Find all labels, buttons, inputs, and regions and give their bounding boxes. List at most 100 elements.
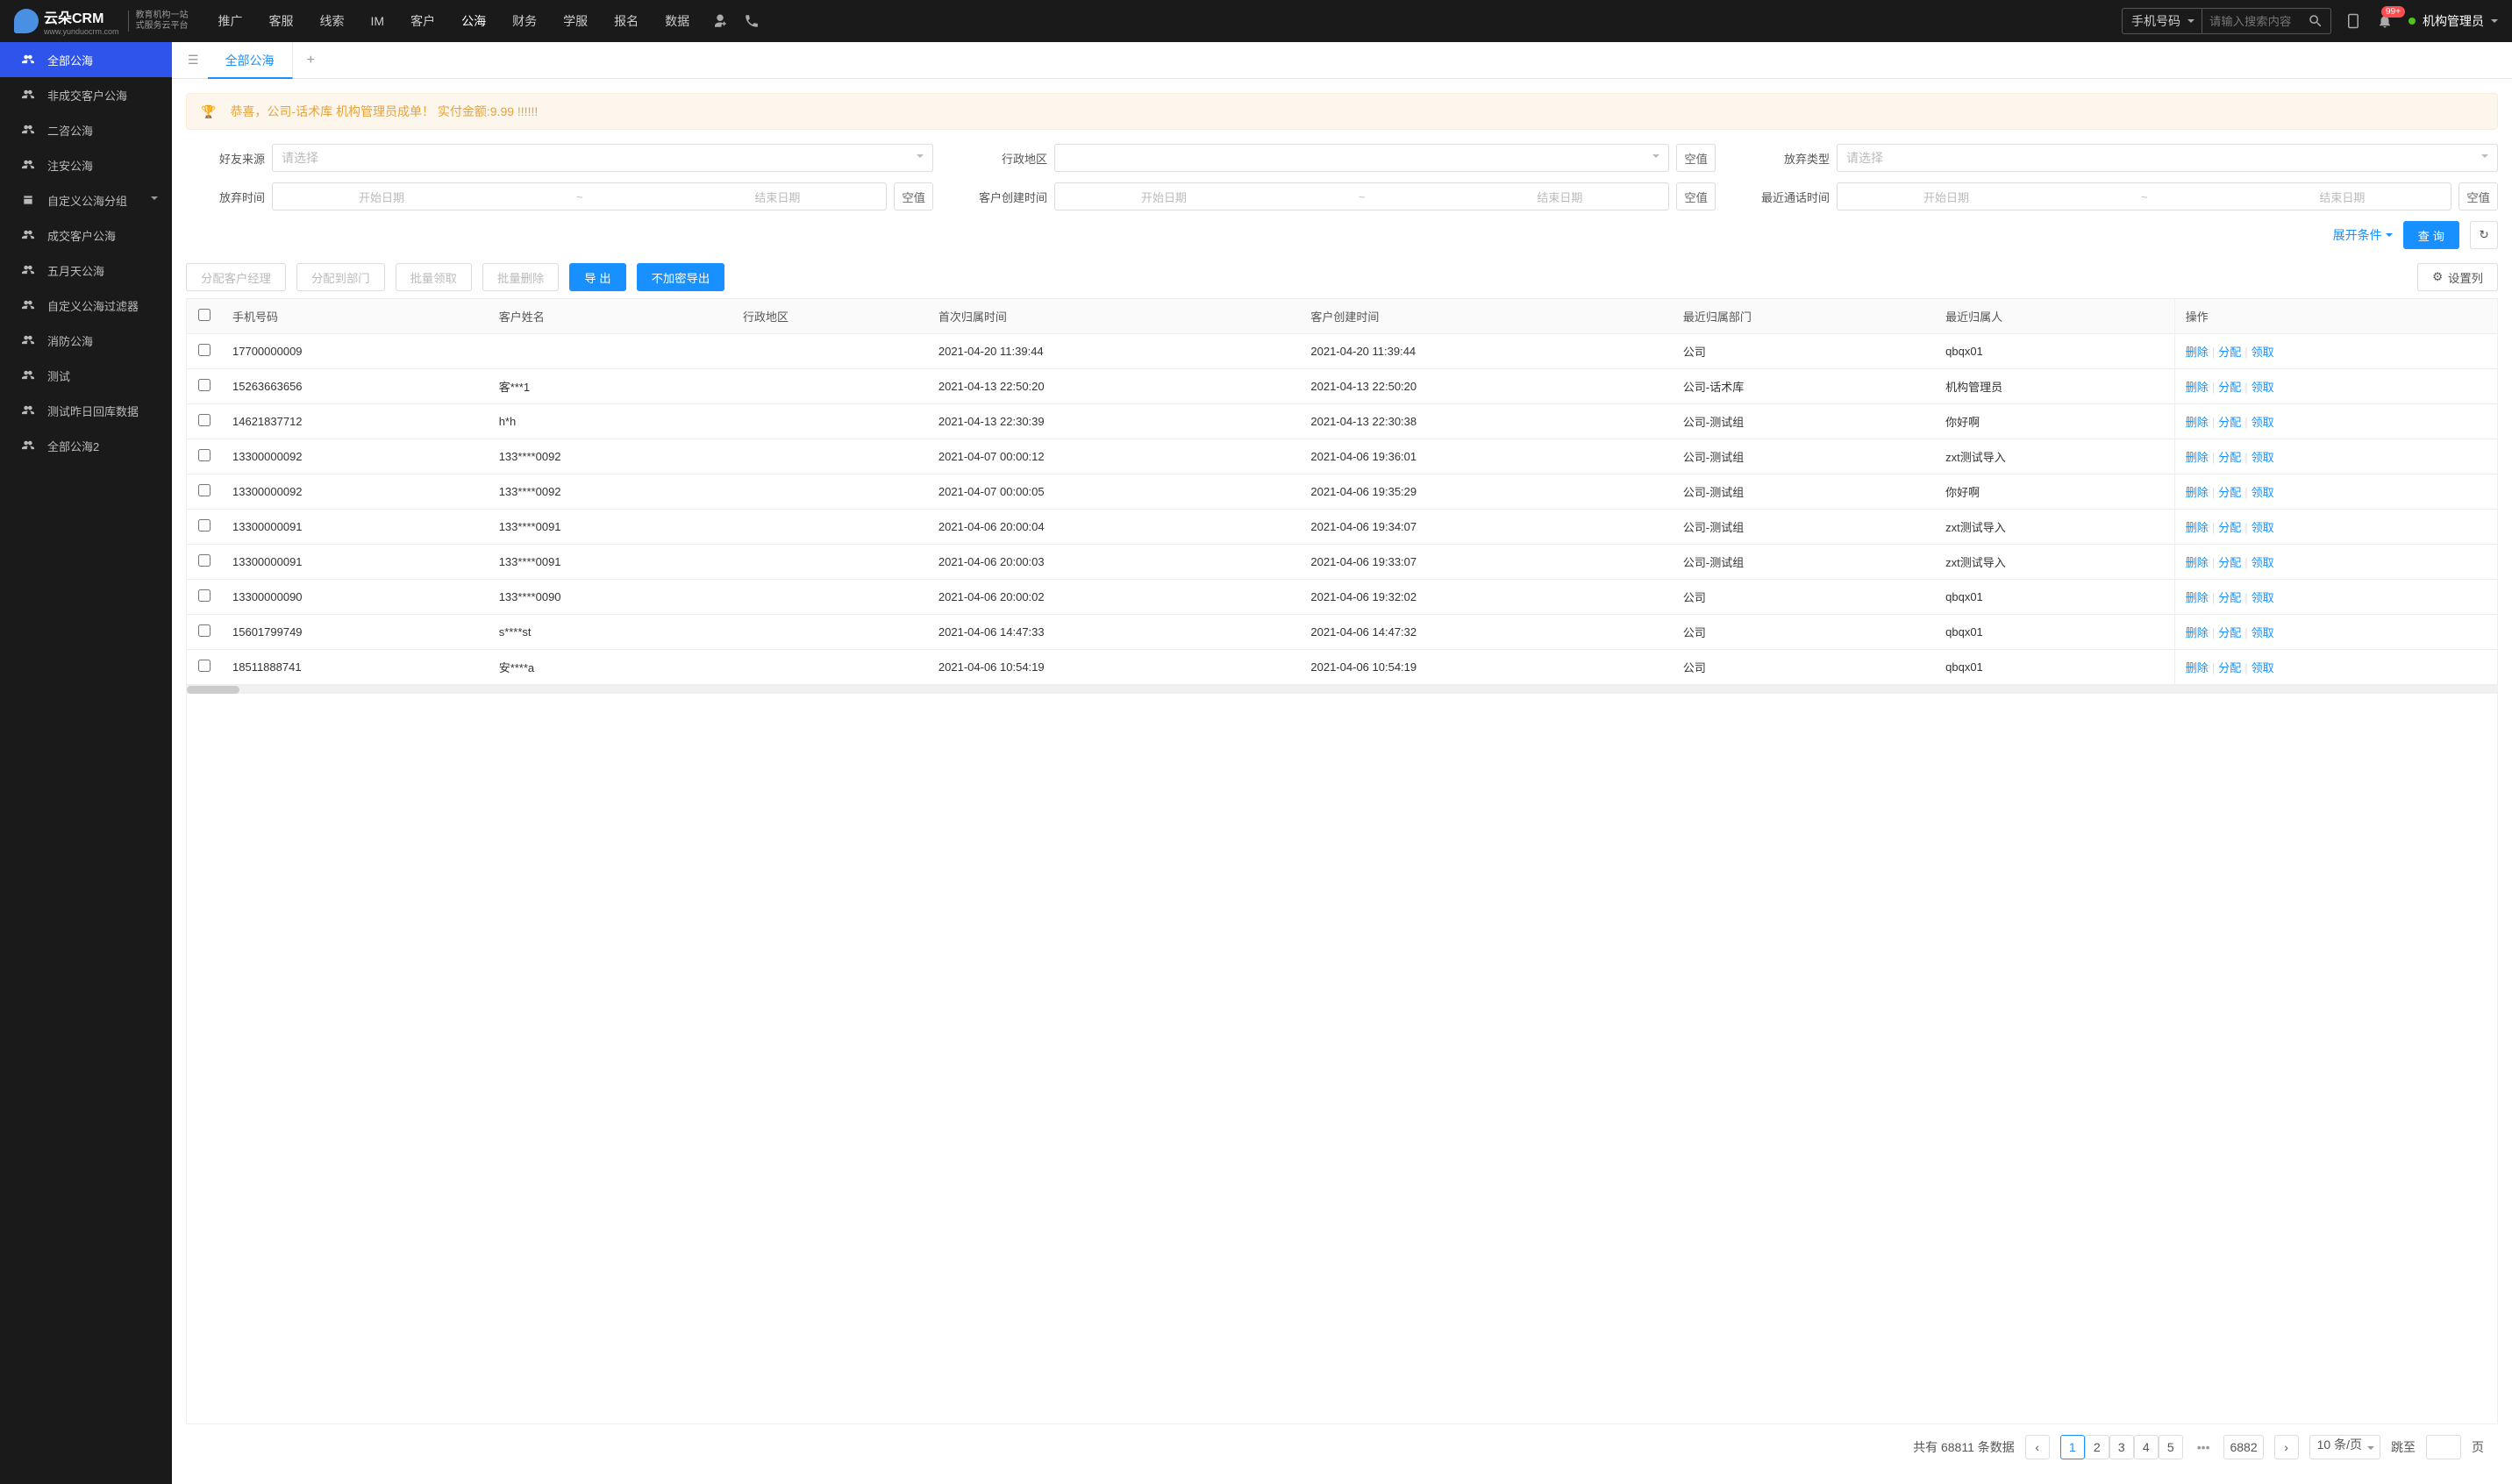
nav-item-0[interactable]: 推广 (206, 0, 255, 42)
sidebar-item-9[interactable]: 测试 (0, 358, 172, 393)
row-checkbox[interactable] (198, 344, 211, 356)
nav-item-5[interactable]: 公海 (449, 0, 498, 42)
page-number-button[interactable]: 5 (2159, 1435, 2183, 1459)
bulk-claim-button[interactable]: 批量领取 (396, 263, 472, 291)
row-claim-link[interactable]: 领取 (2252, 416, 2274, 429)
select-all-checkbox[interactable] (198, 309, 211, 321)
horizontal-scrollbar[interactable] (187, 685, 2497, 694)
row-delete-link[interactable]: 删除 (2186, 521, 2209, 534)
sidebar-item-7[interactable]: 自定义公海过滤器 (0, 288, 172, 323)
row-checkbox[interactable] (198, 414, 211, 426)
row-assign-link[interactable]: 分配 (2218, 486, 2241, 499)
sidebar-item-1[interactable]: 非成交客户公海 (0, 77, 172, 112)
row-delete-link[interactable]: 删除 (2186, 591, 2209, 604)
last-call-range[interactable]: 开始日期~结束日期 (1837, 182, 2451, 210)
row-delete-link[interactable]: 删除 (2186, 346, 2209, 359)
assign-manager-button[interactable]: 分配客户经理 (186, 263, 286, 291)
logo[interactable]: 云朵CRM www.yunduocrm.com 教育机构一站式服务云平台 (14, 6, 189, 36)
page-size-select[interactable]: 10 条/页 (2309, 1435, 2380, 1459)
add-user-icon[interactable] (712, 13, 728, 29)
row-assign-link[interactable]: 分配 (2218, 661, 2241, 674)
notifications-icon[interactable]: 99+ (2377, 13, 2393, 29)
row-checkbox[interactable] (198, 484, 211, 496)
row-assign-link[interactable]: 分配 (2218, 521, 2241, 534)
export-plain-button[interactable]: 不加密导出 (637, 263, 725, 291)
row-assign-link[interactable]: 分配 (2218, 451, 2241, 464)
row-checkbox[interactable] (198, 449, 211, 461)
last-page-button[interactable]: 6882 (2223, 1435, 2263, 1459)
row-claim-link[interactable]: 领取 (2252, 556, 2274, 569)
row-claim-link[interactable]: 领取 (2252, 381, 2274, 394)
row-checkbox[interactable] (198, 660, 211, 672)
nav-item-4[interactable]: 客户 (398, 0, 447, 42)
page-number-button[interactable]: 2 (2085, 1435, 2109, 1459)
assign-dept-button[interactable]: 分配到部门 (296, 263, 385, 291)
bulk-delete-button[interactable]: 批量删除 (482, 263, 559, 291)
row-delete-link[interactable]: 删除 (2186, 626, 2209, 639)
tab-active[interactable]: 全部公海 (208, 42, 293, 79)
search-icon[interactable] (2308, 13, 2323, 29)
query-button[interactable]: 查 询 (2403, 221, 2459, 249)
page-number-button[interactable]: 1 (2060, 1435, 2085, 1459)
friend-source-select[interactable]: 请选择 (272, 144, 933, 172)
last-call-null-button[interactable]: 空值 (2458, 182, 2498, 210)
row-assign-link[interactable]: 分配 (2218, 346, 2241, 359)
refresh-button[interactable]: ↻ (2470, 221, 2498, 249)
row-claim-link[interactable]: 领取 (2252, 591, 2274, 604)
sidebar-item-0[interactable]: 全部公海 (0, 42, 172, 77)
sidebar-item-2[interactable]: 二咨公海 (0, 112, 172, 147)
row-checkbox[interactable] (198, 519, 211, 532)
expand-filters-link[interactable]: 展开条件 (2333, 226, 2393, 244)
nav-item-1[interactable]: 客服 (257, 0, 306, 42)
row-claim-link[interactable]: 领取 (2252, 486, 2274, 499)
nav-item-3[interactable]: IM (359, 0, 397, 42)
export-button[interactable]: 导 出 (569, 263, 625, 291)
sidebar-item-6[interactable]: 五月天公海 (0, 253, 172, 288)
row-assign-link[interactable]: 分配 (2218, 556, 2241, 569)
nav-item-6[interactable]: 财务 (500, 0, 549, 42)
page-number-button[interactable]: 3 (2109, 1435, 2134, 1459)
row-delete-link[interactable]: 删除 (2186, 661, 2209, 674)
abandon-time-range[interactable]: 开始日期~结束日期 (272, 182, 887, 210)
prev-page-button[interactable]: ‹ (2025, 1435, 2050, 1459)
user-menu[interactable]: 机构管理员 (2409, 12, 2498, 30)
region-select[interactable] (1054, 144, 1669, 172)
abandon-type-select[interactable]: 请选择 (1837, 144, 2498, 172)
next-page-button[interactable]: › (2274, 1435, 2299, 1459)
sidebar-item-8[interactable]: 消防公海 (0, 323, 172, 358)
row-delete-link[interactable]: 删除 (2186, 556, 2209, 569)
row-assign-link[interactable]: 分配 (2218, 626, 2241, 639)
sidebar-item-4[interactable]: 自定义公海分组 (0, 182, 172, 218)
nav-item-8[interactable]: 报名 (602, 0, 651, 42)
tab-add-button[interactable]: + (293, 53, 329, 68)
row-delete-link[interactable]: 删除 (2186, 416, 2209, 429)
tabs-menu-icon[interactable]: ☰ (179, 53, 208, 68)
sidebar-item-11[interactable]: 全部公海2 (0, 428, 172, 463)
row-assign-link[interactable]: 分配 (2218, 381, 2241, 394)
row-delete-link[interactable]: 删除 (2186, 486, 2209, 499)
row-delete-link[interactable]: 删除 (2186, 381, 2209, 394)
row-checkbox[interactable] (198, 379, 211, 391)
created-time-range[interactable]: 开始日期~结束日期 (1054, 182, 1669, 210)
row-claim-link[interactable]: 领取 (2252, 346, 2274, 359)
search-input[interactable] (2202, 15, 2308, 28)
row-checkbox[interactable] (198, 589, 211, 602)
sidebar-item-5[interactable]: 成交客户公海 (0, 218, 172, 253)
region-null-button[interactable]: 空值 (1676, 144, 1716, 172)
phone-icon[interactable] (744, 13, 760, 29)
nav-item-7[interactable]: 学服 (551, 0, 600, 42)
page-number-button[interactable]: 4 (2134, 1435, 2159, 1459)
created-time-null-button[interactable]: 空值 (1676, 182, 1716, 210)
row-claim-link[interactable]: 领取 (2252, 521, 2274, 534)
nav-item-9[interactable]: 数据 (653, 0, 702, 42)
row-claim-link[interactable]: 领取 (2252, 626, 2274, 639)
row-assign-link[interactable]: 分配 (2218, 591, 2241, 604)
jump-page-input[interactable] (2426, 1435, 2461, 1459)
device-icon[interactable] (2345, 13, 2361, 29)
row-checkbox[interactable] (198, 624, 211, 637)
abandon-time-null-button[interactable]: 空值 (894, 182, 933, 210)
nav-item-2[interactable]: 线索 (308, 0, 357, 42)
sidebar-item-3[interactable]: 注安公海 (0, 147, 172, 182)
search-type-select[interactable]: 手机号码 (2122, 8, 2202, 34)
row-assign-link[interactable]: 分配 (2218, 416, 2241, 429)
